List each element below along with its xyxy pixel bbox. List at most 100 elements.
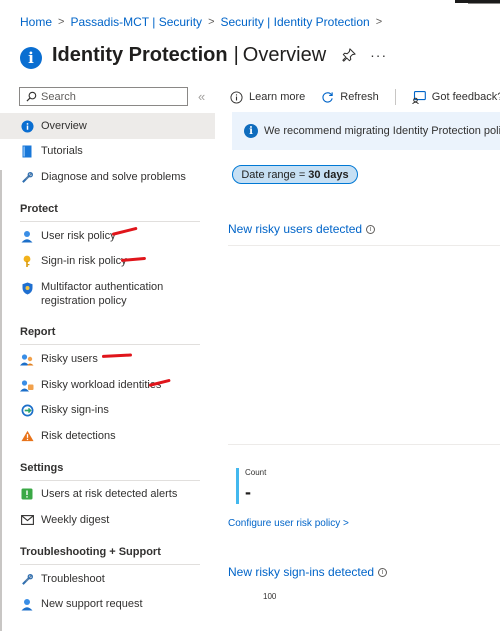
- users-icon: [20, 352, 34, 366]
- sidebar-item-label: New support request: [41, 598, 143, 610]
- card-title-text: New risky users detected: [228, 222, 363, 236]
- card-title-new-risky-users[interactable]: New risky users detected i: [228, 222, 376, 236]
- sidebar-item-tutorials[interactable]: Tutorials: [0, 138, 215, 164]
- refresh-button[interactable]: Refresh: [321, 91, 379, 104]
- breadcrumb-home[interactable]: Home: [20, 15, 52, 29]
- search-input[interactable]: [41, 90, 181, 103]
- collapse-sidebar-icon[interactable]: «: [198, 89, 205, 104]
- workload-icon: [20, 378, 34, 392]
- sidebar-item-risky-signins[interactable]: Risky sign-ins: [0, 397, 215, 423]
- chevron-right-icon: >: [375, 16, 383, 28]
- count-label: Count: [245, 468, 267, 477]
- feedback-icon: [411, 90, 426, 104]
- refresh-label: Refresh: [340, 91, 379, 103]
- sidebar-item-label: Risky users: [41, 353, 98, 365]
- count-indicator-bar: [236, 468, 239, 504]
- info-banner: i We recommend migrating Identity Protec…: [232, 112, 500, 150]
- card-title-text: New risky sign-ins detected: [228, 565, 375, 579]
- section-divider: [20, 221, 200, 222]
- sidebar-item-label-line: Multifactor authentication: [41, 281, 164, 293]
- feedback-label: Got feedback?: [431, 91, 500, 103]
- sidebar-item-risky-workload-identities[interactable]: Risky workload identities: [0, 372, 215, 398]
- signin-icon: [20, 403, 34, 417]
- sidebar-item-label: Sign-in risk policy: [41, 255, 127, 267]
- sidebar-item-weekly-digest[interactable]: Weekly digest: [0, 507, 215, 533]
- date-range-value: 30 days: [308, 168, 349, 181]
- page-title: Identity Protection: [52, 43, 228, 66]
- sidebar-item-label: Troubleshoot: [41, 573, 105, 585]
- section-settings: Settings: [20, 462, 64, 474]
- sidebar-item-diagnose[interactable]: Diagnose and solve problems: [0, 164, 215, 190]
- warning-icon: [20, 429, 34, 443]
- info-outline-icon: [230, 90, 243, 104]
- sidebar-item-label: Weekly digest: [41, 514, 110, 526]
- pin-icon[interactable]: [342, 48, 356, 62]
- breadcrumb-identity-protection[interactable]: Security | Identity Protection: [221, 15, 370, 29]
- search-icon: [26, 91, 37, 102]
- sidebar-item-label: User risk policy: [41, 230, 116, 242]
- date-range-label: Date range =: [241, 168, 306, 181]
- breadcrumb-tenant-security[interactable]: Passadis-MCT | Security: [70, 15, 202, 29]
- user-icon: [20, 229, 34, 243]
- chart-axis-tick: 100: [263, 592, 277, 601]
- sidebar-item-troubleshoot[interactable]: Troubleshoot: [0, 566, 215, 592]
- chevron-right-icon: >: [58, 16, 65, 28]
- alert-icon: [20, 487, 34, 501]
- info-circle-icon[interactable]: i: [366, 224, 376, 234]
- sidebar-item-mfa-registration-policy[interactable]: Multifactor authentication registration …: [0, 280, 215, 310]
- banner-text: We recommend migrating Identity Protecti…: [264, 125, 500, 137]
- section-report: Report: [20, 326, 56, 338]
- section-divider: [20, 564, 200, 565]
- sidebar-item-label: Risk detections: [41, 430, 116, 442]
- sidebar-item-label: Multifactor authentication registration …: [41, 280, 163, 308]
- book-icon: [20, 144, 34, 158]
- configure-user-risk-policy-link[interactable]: Configure user risk policy >: [228, 518, 349, 529]
- info-icon: i: [244, 124, 258, 138]
- refresh-icon: [322, 91, 333, 103]
- page-subtitle: Overview: [242, 43, 327, 66]
- info-icon: [20, 119, 34, 133]
- sidebar-item-label: Overview: [41, 120, 87, 132]
- sidebar-item-label: Tutorials: [41, 145, 83, 157]
- info-icon: i: [20, 47, 42, 69]
- sidebar-item-label: Risky sign-ins: [41, 404, 109, 416]
- more-options-icon[interactable]: ···: [370, 47, 387, 63]
- title-separator: |: [233, 43, 239, 66]
- sidebar-item-label-line: registration policy: [41, 295, 127, 307]
- mail-icon: [20, 513, 34, 527]
- sidebar-item-risk-detections[interactable]: Risk detections: [0, 423, 215, 449]
- learn-more-button[interactable]: Learn more: [230, 90, 306, 104]
- sidebar-item-signin-risk-policy[interactable]: Sign-in risk policy: [0, 248, 215, 274]
- card-title-new-risky-signins[interactable]: New risky sign-ins detected i: [228, 565, 388, 579]
- feedback-button[interactable]: Got feedback?: [411, 90, 500, 104]
- sidebar-item-overview[interactable]: Overview: [0, 113, 215, 139]
- section-divider: [20, 344, 200, 345]
- command-bar: Learn more Refresh Got feedback?: [230, 87, 500, 107]
- page-header: i Identity Protection | Overview ···: [20, 38, 387, 72]
- toolbar-separator: [394, 89, 396, 105]
- support-icon: [20, 597, 34, 611]
- sidebar-item-user-risk-policy[interactable]: User risk policy: [0, 223, 215, 249]
- sidebar-item-label: Risky workload identities: [41, 379, 162, 391]
- wrench-icon: [20, 170, 34, 184]
- breadcrumb: Home > Passadis-MCT | Security > Securit…: [20, 14, 388, 30]
- sidebar-item-risky-users[interactable]: Risky users: [0, 346, 215, 372]
- shield-icon: [20, 281, 34, 295]
- date-range-filter[interactable]: Date range = 30 days: [232, 165, 358, 184]
- chevron-right-icon: >: [208, 16, 215, 28]
- learn-more-label: Learn more: [249, 91, 306, 103]
- sidebar-item-users-at-risk-alerts[interactable]: Users at risk detected alerts: [0, 481, 215, 507]
- sidebar-item-label: Users at risk detected alerts: [41, 488, 178, 500]
- card-divider: [228, 444, 500, 445]
- key-icon: [20, 254, 34, 268]
- window-edge-line: [468, 3, 500, 4]
- sidebar-item-label: Diagnose and solve problems: [41, 171, 186, 183]
- card-divider: [228, 245, 500, 246]
- wrench-icon: [20, 572, 34, 586]
- sidebar-item-new-support-request[interactable]: New support request: [0, 591, 215, 617]
- sidebar-search[interactable]: [19, 87, 188, 106]
- count-value: -: [245, 482, 251, 502]
- info-circle-icon[interactable]: i: [378, 567, 388, 577]
- section-protect: Protect: [20, 203, 58, 215]
- section-troubleshooting-support: Troubleshooting + Support: [20, 546, 161, 558]
